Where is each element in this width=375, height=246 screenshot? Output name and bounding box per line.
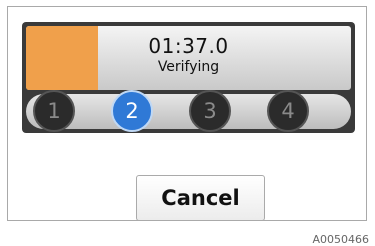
- elapsed-timer: 01:37.0: [148, 34, 229, 58]
- dialog-frame: 01:37.0 Verifying 1 2 3 4 Cancel: [7, 6, 367, 221]
- status-panel: 01:37.0 Verifying 1 2 3 4: [22, 22, 355, 133]
- step-3: 3: [189, 90, 231, 132]
- progress-bar: 01:37.0 Verifying: [26, 26, 351, 90]
- cancel-button[interactable]: Cancel: [136, 175, 265, 221]
- step-indicator: 1 2 3 4: [26, 90, 351, 132]
- status-message: Verifying: [157, 59, 220, 75]
- step-2: 2: [111, 90, 153, 132]
- step-1: 1: [33, 90, 75, 132]
- figure-id: A0050466: [312, 233, 369, 246]
- step-4: 4: [267, 90, 309, 132]
